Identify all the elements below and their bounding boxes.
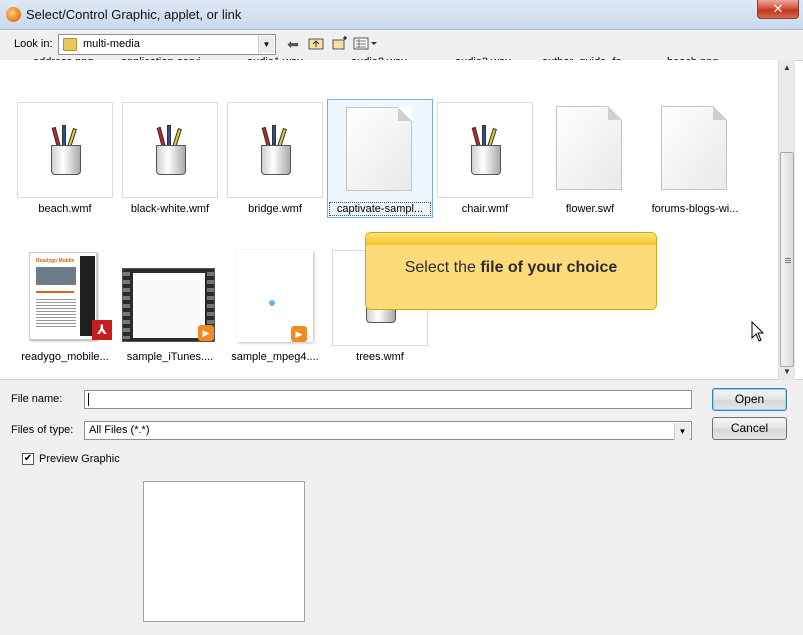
look-in-value: multi-media (83, 38, 140, 50)
top-row-mask (0, 60, 778, 68)
play-icon: ▶ (291, 326, 307, 342)
title-bar: Select/Control Graphic, applet, or link … (0, 0, 803, 30)
preview-graphic-label: Preview Graphic (39, 453, 120, 465)
file-label[interactable]: readygo_mobile... (10, 351, 120, 363)
wmf-icon (43, 125, 87, 177)
back-arrow-icon[interactable]: ⬅ (286, 36, 300, 52)
scrollbar-thumb[interactable] (780, 152, 794, 367)
folder-icon (63, 38, 77, 51)
new-folder-icon[interactable] (331, 36, 349, 52)
close-button[interactable]: ✕ (757, 0, 799, 19)
file-label[interactable]: forums-blogs-wi... (640, 203, 750, 215)
file-thumbnail[interactable] (122, 102, 218, 198)
blank-file-icon[interactable] (556, 106, 622, 190)
file-label[interactable]: flower.swf (535, 203, 645, 215)
look-in-label: Look in: (14, 38, 53, 50)
file-label[interactable]: bridge.wmf (220, 203, 330, 215)
blank-file-icon (346, 107, 412, 191)
video-thumbnail[interactable]: ▶ (237, 250, 313, 342)
app-icon (6, 7, 21, 22)
play-icon: ▶ (198, 325, 214, 341)
pdf-heading: Readygo Mobile (36, 258, 75, 264)
file-label[interactable]: chair.wmf (430, 203, 540, 215)
mouse-cursor-icon (751, 320, 765, 346)
scroll-up-arrow-icon[interactable]: ▲ (779, 60, 795, 76)
window-title: Select/Control Graphic, applet, or link (26, 7, 242, 22)
look-in-dropdown[interactable]: multi-media ▼ (58, 34, 276, 55)
wmf-icon (463, 125, 507, 177)
file-name-label: File name: (11, 393, 63, 405)
up-folder-icon[interactable] (307, 36, 325, 52)
scroll-down-arrow-icon[interactable]: ▼ (779, 364, 795, 380)
wmf-icon (148, 125, 192, 177)
file-label[interactable]: black-white.wmf (115, 203, 225, 215)
file-thumbnail[interactable] (227, 102, 323, 198)
open-button[interactable]: Open (712, 388, 787, 411)
instruction-callout: Select the file of your choice (365, 232, 657, 310)
file-thumbnail[interactable] (437, 102, 533, 198)
callout-text: Select the file of your choice (404, 259, 618, 276)
file-label[interactable]: sample_iTunes.... (115, 351, 225, 363)
file-label-selected[interactable]: captivate-sampl... (329, 202, 431, 216)
file-label[interactable]: trees.wmf (325, 351, 435, 363)
pdf-thumbnail[interactable]: Readygo Mobile ⅄ (17, 250, 113, 346)
file-label[interactable]: beach.wmf (10, 203, 120, 215)
blank-file-icon[interactable] (661, 106, 727, 190)
files-of-type-value: All Files (*.*) (89, 424, 150, 436)
wmf-icon (253, 125, 297, 177)
preview-graphic-checkbox[interactable]: ✔ (22, 453, 34, 465)
file-name-input[interactable] (84, 390, 692, 409)
preview-area (143, 481, 305, 622)
view-menu-icon[interactable] (353, 36, 379, 52)
file-label[interactable]: sample_mpeg4.... (220, 351, 330, 363)
vertical-scrollbar[interactable]: ▲ ▼ (778, 60, 795, 380)
pdf-icon: ⅄ (92, 320, 112, 340)
cancel-button[interactable]: Cancel (712, 417, 787, 440)
chevron-down-icon[interactable]: ▼ (258, 36, 274, 53)
chevron-down-icon[interactable]: ▼ (674, 423, 690, 440)
file-thumbnail[interactable] (17, 102, 113, 198)
file-thumbnail-selected[interactable] (327, 99, 433, 218)
video-thumbnail[interactable]: ▶ (122, 268, 215, 342)
files-of-type-dropdown[interactable]: All Files (*.*) ▼ (84, 421, 692, 440)
files-of-type-label: Files of type: (11, 424, 74, 436)
